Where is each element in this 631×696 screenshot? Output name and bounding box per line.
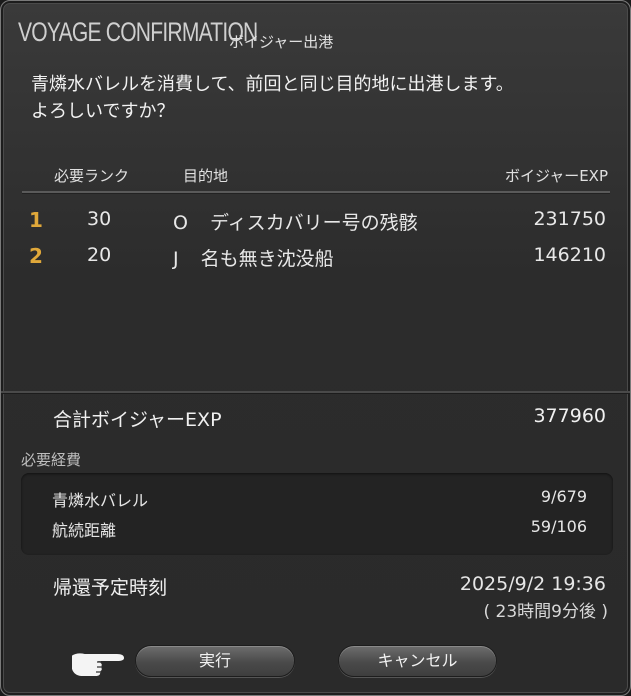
cost-row: 青燐水バレル 9/679 <box>21 485 613 511</box>
return-time-value: 2025/9/2 19:36 <box>459 573 606 595</box>
row-exp: 231750 <box>533 208 606 230</box>
header-divider <box>22 191 610 194</box>
cost-label: 航続距離 <box>52 521 117 540</box>
costs-title: 必要経費 <box>21 451 82 469</box>
row-destination-name: ディスカバリー号の残骸 <box>210 212 418 234</box>
row-rank: 30 <box>87 208 112 230</box>
section-divider <box>1 391 630 394</box>
costs-panel: 青燐水バレル 9/679 航続距離 59/106 <box>21 473 613 555</box>
row-destination: J 名も無き沈没船 <box>173 244 334 271</box>
destination-row: 2 20 J 名も無き沈没船 146210 <box>1 242 630 276</box>
row-number: 1 <box>29 208 43 232</box>
dialog-subtitle: ボイジャー出港 <box>229 33 334 51</box>
header-destination: 目的地 <box>183 167 229 185</box>
return-time-label: 帰還予定時刻 <box>53 577 168 599</box>
header-required-rank: 必要ランク <box>54 167 130 185</box>
total-exp-label: 合計ボイジャーEXP <box>53 409 222 431</box>
confirmation-message: 青燐水バレルを消費して、前回と同じ目的地に出港します。 よろしいですか？ <box>31 71 514 125</box>
total-exp-value: 377960 <box>533 405 606 427</box>
message-line-1: 青燐水バレルを消費して、前回と同じ目的地に出港します。 <box>31 74 514 95</box>
row-destination-name: 名も無き沈没船 <box>200 248 334 270</box>
row-destination-code: J <box>173 248 179 270</box>
row-exp: 146210 <box>533 244 606 266</box>
return-duration: ( 23時間9分後 ) <box>483 602 608 622</box>
voyage-confirmation-dialog: VOYAGE CONFIRMATION ボイジャー出港 青燐水バレルを消費して、… <box>0 0 631 696</box>
cancel-button[interactable]: キャンセル <box>338 645 497 677</box>
dialog-title: VOYAGE CONFIRMATION <box>18 17 258 47</box>
row-destination: O ディスカバリー号の残骸 <box>173 208 418 235</box>
message-line-2: よろしいですか？ <box>31 101 175 122</box>
cost-value: 9/679 <box>540 487 587 506</box>
cost-value: 59/106 <box>530 517 587 536</box>
execute-button[interactable]: 実行 <box>135 645 295 677</box>
header-voyager-exp: ボイジャーEXP <box>504 167 608 185</box>
row-number: 2 <box>29 244 43 268</box>
row-destination-code: O <box>173 212 188 234</box>
row-rank: 20 <box>87 244 112 266</box>
cost-label: 青燐水バレル <box>52 491 149 510</box>
cost-row: 航続距離 59/106 <box>21 515 613 541</box>
destination-row: 1 30 O ディスカバリー号の残骸 231750 <box>1 206 630 240</box>
pointing-hand-icon <box>70 651 127 678</box>
